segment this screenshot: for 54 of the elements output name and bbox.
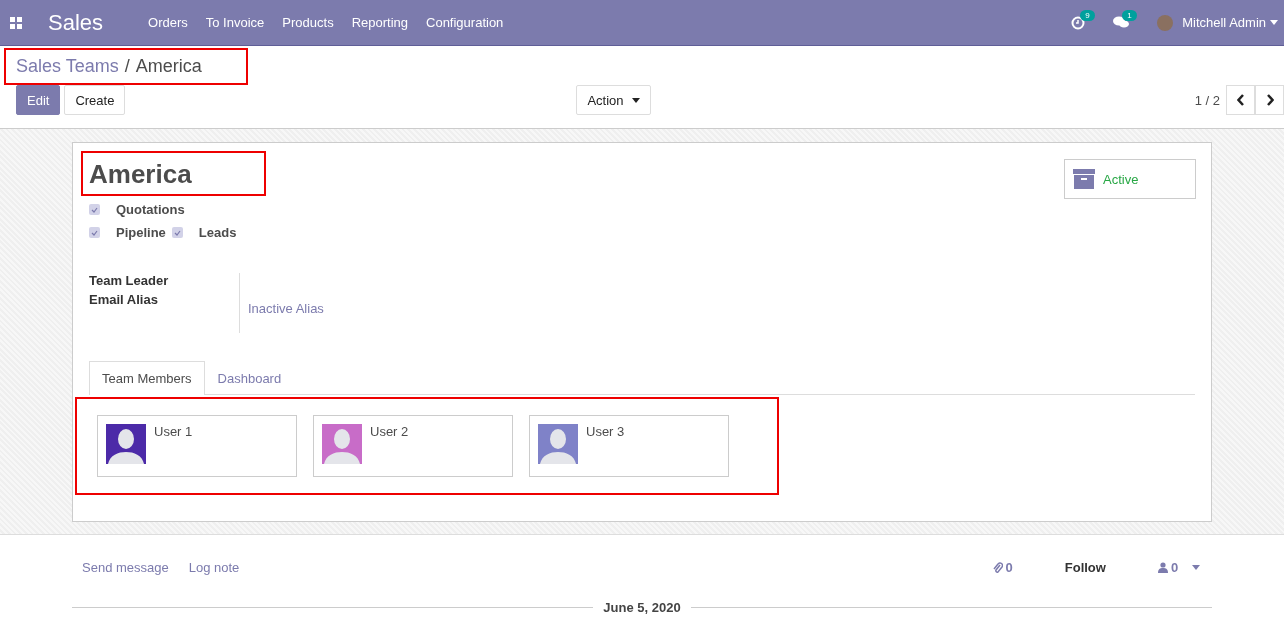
member-name: User 3 — [586, 424, 625, 441]
breadcrumb-link[interactable]: Sales Teams — [16, 56, 119, 77]
chevron-left-icon — [1236, 94, 1245, 106]
member-name: User 1 — [154, 424, 193, 441]
checkbox[interactable] — [171, 227, 183, 238]
apps-grid-icon[interactable] — [10, 16, 22, 29]
menu-item[interactable]: Orders — [139, 15, 197, 30]
create-button[interactable]: Create — [64, 85, 126, 115]
member-card[interactable]: User 3 — [529, 415, 729, 477]
log-note-link[interactable]: Log note — [188, 560, 240, 575]
member-card[interactable]: User 1 — [97, 415, 297, 477]
message-badge: 1 — [1122, 10, 1137, 21]
menu-item[interactable]: Reporting — [342, 15, 417, 30]
checkbox-label: Quotations — [116, 202, 185, 217]
caret-icon — [1192, 565, 1200, 570]
breadcrumb-current: America — [135, 56, 202, 77]
app-title[interactable]: Sales — [48, 9, 104, 36]
pager-counter: 1 / 2 — [1194, 92, 1220, 108]
attachments-button[interactable]: 0 — [992, 560, 1013, 575]
field-label: Team Leader — [89, 273, 170, 288]
date-separator: June 5, 2020 — [603, 600, 681, 615]
edit-button[interactable]: Edit — [16, 85, 61, 115]
follow-button[interactable]: Follow — [1064, 560, 1106, 575]
activity-badge: 9 — [1080, 9, 1095, 21]
person-icon — [1157, 562, 1168, 573]
tab[interactable]: Dashboard — [204, 361, 295, 395]
tab[interactable]: Team Members — [89, 361, 205, 395]
avatar-icon — [1157, 14, 1174, 31]
checkbox[interactable] — [89, 227, 100, 238]
checkbox-label: Pipeline — [116, 225, 166, 240]
action-button[interactable]: Action — [576, 85, 651, 115]
field-label: Email Alias — [89, 292, 159, 307]
send-message-link[interactable]: Send message — [82, 560, 169, 575]
chevron-right-icon — [1265, 94, 1274, 106]
checkbox[interactable] — [89, 204, 100, 215]
checkbox-label: Leads — [198, 225, 237, 240]
breadcrumb-separator: / — [124, 56, 130, 77]
menu-item[interactable]: Products — [273, 15, 343, 30]
menu-item[interactable]: Configuration — [417, 15, 513, 30]
member-name: User 2 — [370, 424, 409, 441]
caret-icon — [1270, 20, 1278, 25]
user-menu[interactable]: Mitchell Admin — [1157, 14, 1278, 31]
record-title: America — [83, 153, 264, 194]
next-button[interactable] — [1255, 85, 1284, 115]
previous-button[interactable] — [1226, 85, 1255, 115]
active-toggle-button[interactable]: Active — [1064, 159, 1196, 199]
paperclip-icon — [992, 561, 1003, 574]
member-card[interactable]: User 2 — [313, 415, 513, 477]
clock-icon[interactable] — [1071, 15, 1086, 30]
menu-item[interactable]: To Invoice — [196, 15, 274, 30]
archive-box-icon — [1073, 169, 1095, 189]
field-value-link[interactable]: Inactive Alias — [248, 300, 1195, 316]
caret-icon — [631, 97, 640, 103]
followers-button[interactable]: 0 — [1157, 560, 1200, 575]
